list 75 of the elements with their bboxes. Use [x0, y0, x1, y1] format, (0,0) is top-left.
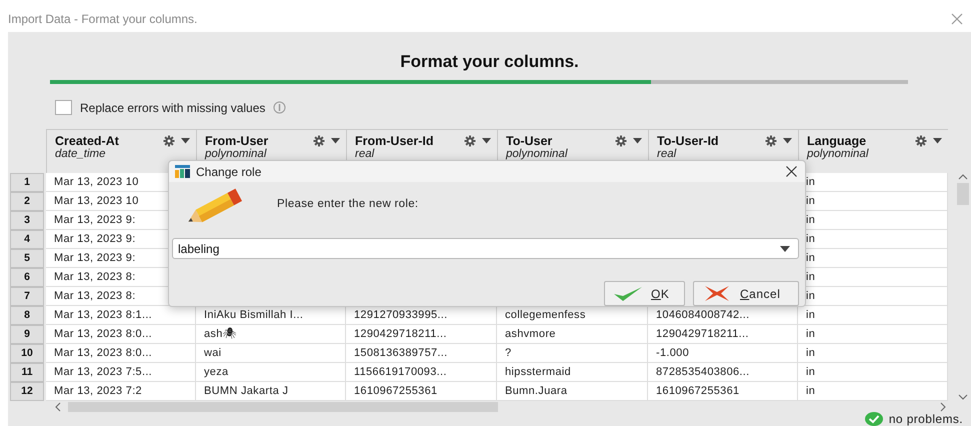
gear-icon[interactable] — [313, 135, 325, 147]
window-title: Import Data - Format your columns. — [8, 12, 198, 26]
table-cell: in — [798, 363, 948, 382]
table-cell: 1156619170093... — [346, 363, 497, 382]
row-number[interactable]: 1 — [10, 173, 44, 192]
table-cell: Mar 13, 2023 8:0... — [46, 344, 196, 363]
scroll-left-icon[interactable] — [54, 402, 62, 412]
table-cell: yeza — [196, 363, 346, 382]
checkbox[interactable] — [55, 100, 72, 115]
checkbox-label: Replace errors with missing values — [80, 100, 266, 114]
row-number[interactable]: 4 — [10, 230, 44, 249]
gear-icon[interactable] — [163, 135, 175, 147]
table-cell: 1610967255361 — [648, 382, 798, 401]
close-icon[interactable] — [786, 166, 797, 177]
table-cell: ? — [497, 344, 648, 363]
caret-icon[interactable] — [780, 246, 790, 252]
table-cell: -1.000 — [648, 344, 798, 363]
table-cell: wai — [196, 344, 346, 363]
table-cell: Mar 13, 2023 7:2 — [46, 382, 196, 401]
scroll-thumb[interactable] — [957, 183, 969, 205]
scroll-right-icon[interactable] — [939, 402, 947, 412]
table-cell: 8728535403806... — [648, 363, 798, 382]
table-cell: Bumn.Juara — [497, 382, 648, 401]
row-number[interactable]: 8 — [10, 306, 44, 325]
row-number[interactable]: 2 — [10, 192, 44, 211]
caret-icon[interactable] — [933, 138, 942, 144]
caret-icon[interactable] — [633, 138, 642, 144]
page-heading: Format your columns. — [399, 51, 580, 73]
row-number[interactable]: 12 — [10, 382, 44, 401]
app-logo-icon — [175, 165, 190, 178]
gear-icon[interactable] — [765, 135, 777, 147]
caret-icon[interactable] — [482, 138, 491, 144]
table-cell: Mar 13, 2023 7:5... — [46, 363, 196, 382]
row-number[interactable]: 11 — [10, 363, 44, 382]
table-cell: BUMN Jakarta J — [196, 382, 346, 401]
table-cell: in — [798, 325, 948, 344]
table-cell: in — [798, 382, 948, 401]
row-number[interactable]: 10 — [10, 344, 44, 363]
role-dropdown[interactable]: labeling — [172, 238, 799, 259]
table-cell: in — [798, 344, 948, 363]
table-cell: 1291270933995... — [346, 306, 497, 325]
table-cell: Mar 13, 2023 8:0... — [46, 325, 196, 344]
gear-icon[interactable] — [915, 135, 927, 147]
table-cell: ash🕷 — [196, 325, 346, 344]
checkmark-icon — [613, 286, 643, 302]
check-circle-icon — [864, 412, 883, 426]
caret-icon[interactable] — [181, 138, 190, 144]
table-cell: hipsstermaid — [497, 363, 648, 382]
table-cell: in — [798, 306, 948, 325]
status-text: no problems. — [888, 412, 963, 426]
row-number[interactable]: 6 — [10, 268, 44, 287]
table-cell: 1046084008742... — [648, 306, 798, 325]
table-cell: 1290429718211... — [648, 325, 798, 344]
scroll-up-icon[interactable] — [958, 173, 968, 181]
row-number[interactable]: 7 — [10, 287, 44, 306]
table-cell: 1508136389757... — [346, 344, 497, 363]
table-cell: 1610967255361 — [346, 382, 497, 401]
horizontal-scrollbar[interactable] — [68, 402, 498, 412]
ok-button[interactable]: OK — [604, 281, 685, 306]
table-cell: 1290429718211... — [346, 325, 497, 344]
prompt-text: Please enter the new role: — [277, 198, 418, 210]
gear-icon[interactable] — [615, 135, 627, 147]
row-number[interactable]: 5 — [10, 249, 44, 268]
table-cell: Mar 13, 2023 8:1... — [46, 306, 196, 325]
caret-icon[interactable] — [783, 138, 792, 144]
scroll-down-icon[interactable] — [958, 393, 968, 401]
row-number[interactable]: 3 — [10, 211, 44, 230]
cancel-button[interactable]: Cancel — [693, 281, 799, 306]
column-header[interactable]: Created-At date_time — [46, 129, 196, 173]
caret-icon[interactable] — [331, 138, 340, 144]
row-number[interactable]: 9 — [10, 325, 44, 344]
table-cell: IniAku Bismillah I... — [196, 306, 346, 325]
table-cell: collegemenfess — [497, 306, 648, 325]
table-cell: ashvmore — [497, 325, 648, 344]
gear-icon[interactable] — [464, 135, 476, 147]
